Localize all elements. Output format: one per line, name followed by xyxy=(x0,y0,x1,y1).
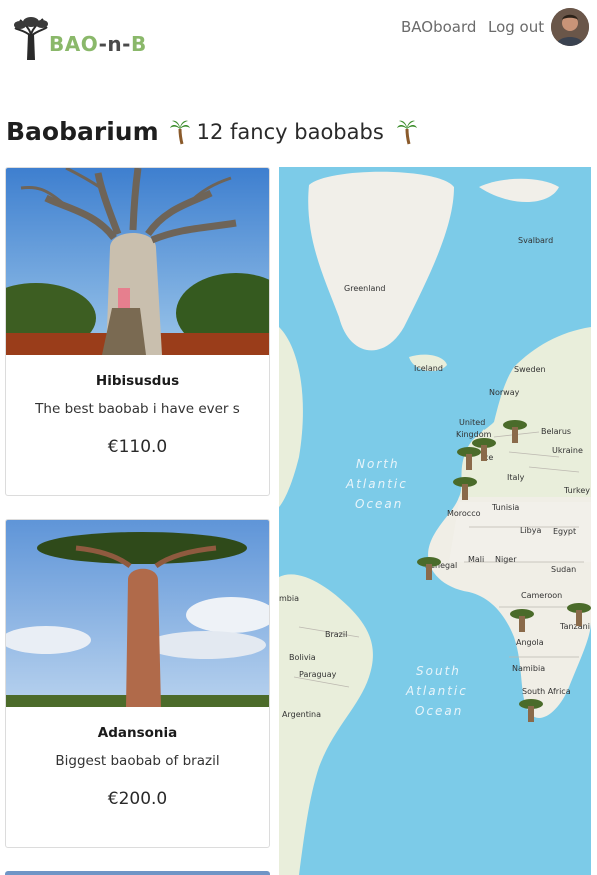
listing-card[interactable]: Adansonia Biggest baobab of brazil €200.… xyxy=(5,519,270,848)
listing-price: €110.0 xyxy=(107,437,168,457)
map-label: Tanzani xyxy=(559,622,590,631)
palm-tree-icon xyxy=(169,120,190,144)
map-label: Brazil xyxy=(325,630,347,639)
map-label: Turkey xyxy=(563,486,590,495)
listing-description: The best baobab i have ever s xyxy=(35,401,240,417)
map-ocean-label: North xyxy=(356,457,400,471)
map-label: South Africa xyxy=(522,687,571,696)
map-label: United xyxy=(459,418,485,427)
map-label: Norway xyxy=(489,388,520,397)
map-label: Belarus xyxy=(541,427,571,436)
map-label: Mali xyxy=(468,555,484,564)
map-label: Libya xyxy=(520,526,541,535)
listing-name: Hibisusdus xyxy=(95,373,180,389)
map-ocean-label: Ocean xyxy=(415,704,463,718)
map-label: Sudan xyxy=(551,565,576,574)
brand-name: BAO-n-B xyxy=(49,32,147,56)
listing-description: Biggest baobab of brazil xyxy=(55,753,220,769)
map-label: Morocco xyxy=(447,509,481,518)
listing-photo xyxy=(6,520,269,707)
map-label: Argentina xyxy=(282,710,321,719)
canada-landmass xyxy=(279,327,303,507)
map-ocean-label: Ocean xyxy=(355,497,403,511)
brand-logo[interactable]: BAO-n-B xyxy=(14,16,147,62)
page-title: Baobarium xyxy=(6,117,159,146)
map-label: Egypt xyxy=(553,527,576,536)
avatar[interactable] xyxy=(551,8,589,46)
page-subtitle: 12 fancy baobabs xyxy=(196,119,384,144)
south-america-landmass xyxy=(279,574,373,875)
nav-logout-link[interactable]: Log out xyxy=(488,18,544,36)
map-label: Ukraine xyxy=(552,446,583,455)
map-label: Tunisia xyxy=(491,503,519,512)
map-label: Sweden xyxy=(514,365,546,374)
map-label: Namibia xyxy=(512,664,545,673)
navbar: BAO-n-B BAOboard Log out xyxy=(0,0,597,70)
page-header: Baobarium 12 fancy baobabs xyxy=(6,117,418,146)
map-label: Niger xyxy=(495,555,517,564)
listing-price: €200.0 xyxy=(107,789,168,809)
nav-baoboard-link[interactable]: BAOboard xyxy=(401,18,476,36)
baobab-logo-icon xyxy=(14,17,48,60)
greenland-landmass xyxy=(308,171,454,351)
listing-photo xyxy=(6,168,269,355)
map-label: Bolivia xyxy=(289,653,316,662)
map-ocean-label: Atlantic xyxy=(405,684,468,698)
map-label: Svalbard xyxy=(518,236,553,245)
map-label: Italy xyxy=(507,473,525,482)
map-label: Kingdom xyxy=(456,430,492,439)
map-label: Paraguay xyxy=(299,670,337,679)
map-label: Cameroon xyxy=(521,591,562,600)
palm-tree-icon xyxy=(396,120,417,144)
listing-card[interactable] xyxy=(5,871,270,875)
map-label: Iceland xyxy=(414,364,443,373)
svalbard-landmass xyxy=(479,178,559,202)
map-label: Greenland xyxy=(344,284,386,293)
map-label: mbia xyxy=(279,594,299,603)
listing-card[interactable]: Hibisusdus The best baobab i have ever s… xyxy=(5,167,270,496)
listings-map[interactable]: Svalbard Greenland Iceland Sweden Norway… xyxy=(279,167,591,875)
listing-name: Adansonia xyxy=(97,725,178,741)
map-label: Angola xyxy=(516,638,544,647)
map-ocean-label: South xyxy=(416,664,461,678)
map-ocean-label: Atlantic xyxy=(345,477,408,491)
